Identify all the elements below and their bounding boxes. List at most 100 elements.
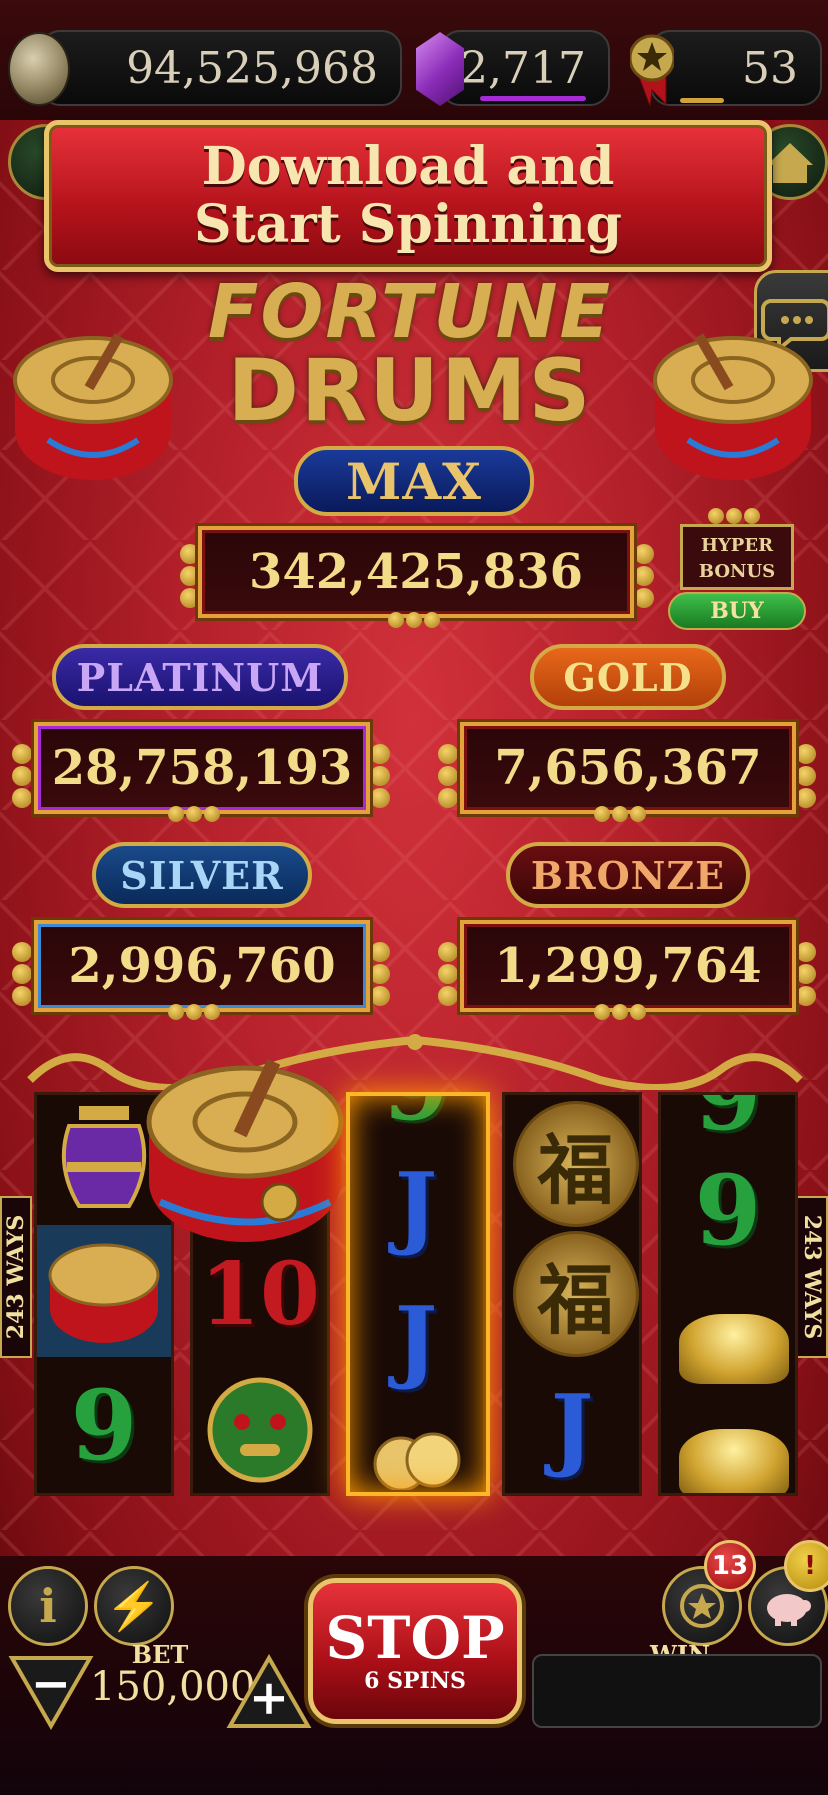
- reel-4: 福 福 J: [502, 1092, 642, 1496]
- jackpot-silver-value: 2,996,760: [34, 920, 370, 1012]
- jackpot-gold-label-text: GOLD: [563, 654, 693, 700]
- hyper-bonus-line-2: BONUS: [698, 561, 776, 582]
- nine-symbol-text: 9: [694, 1092, 762, 1152]
- drum-scatter-icon: [146, 1058, 344, 1242]
- coin-icon: [8, 32, 70, 106]
- turbo-button[interactable]: ⚡: [94, 1566, 174, 1646]
- jackpot-max-value: 342,425,836: [198, 526, 634, 618]
- nine-symbol: 9: [37, 1365, 171, 1485]
- gold-right-dots: [796, 744, 818, 808]
- level-progress-bar: [680, 98, 724, 103]
- jackpot-gold-value: 7,656,367: [460, 722, 796, 814]
- minus-icon: −: [30, 1656, 72, 1712]
- max-right-dots: [634, 544, 656, 608]
- jackpot-platinum-value-text: 28,758,193: [51, 740, 353, 796]
- jackpot-bronze-label-text: BRONZE: [530, 852, 726, 898]
- coin-balance[interactable]: 94,525,968: [40, 30, 402, 106]
- star-medal-icon: [630, 34, 674, 106]
- nine-symbol-text: 9: [70, 1368, 138, 1482]
- jackpot-bronze-label: BRONZE: [506, 842, 750, 908]
- gem-balance[interactable]: 2,717: [440, 30, 610, 106]
- ingot-symbol: [661, 1429, 795, 1493]
- jackpot-silver-value-text: 2,996,760: [68, 938, 336, 994]
- banner-line-2: Start Spinning: [194, 194, 622, 255]
- win-display: [532, 1654, 822, 1728]
- fu-symbol: 福: [505, 1231, 639, 1357]
- reel-ornament: [27, 1034, 803, 1090]
- buy-label: BUY: [710, 598, 764, 624]
- game-logo: FORTUNE DRUMS: [200, 269, 620, 441]
- nine-symbol: 9: [661, 1145, 795, 1275]
- spins-remaining: 6 SPINS: [364, 1668, 466, 1694]
- jackpot-max-label-text: MAX: [346, 451, 482, 511]
- drum-right-icon: [653, 333, 813, 480]
- info-button[interactable]: i: [8, 1566, 88, 1646]
- bet-value: 150,000: [90, 1664, 256, 1710]
- fu-symbol: 福: [505, 1101, 639, 1227]
- jackpot-platinum-value: 28,758,193: [34, 722, 370, 814]
- ten-symbol-text: 10: [200, 1243, 320, 1345]
- alert-icon: !: [804, 1551, 816, 1581]
- ingot-symbol: [661, 1299, 795, 1399]
- silver-right-dots: [370, 942, 392, 1006]
- drum-left-icon: [13, 333, 173, 480]
- gem-progress-bar: [480, 96, 586, 101]
- jackpot-platinum-label-text: PLATINUM: [76, 654, 324, 700]
- fu-symbol-text: 福: [537, 1126, 614, 1215]
- max-bottom-dots: [388, 612, 440, 628]
- jackpot-gold-label: GOLD: [530, 644, 726, 710]
- stop-label: STOP: [325, 1604, 505, 1672]
- gem-balance-value: 2,717: [460, 42, 586, 94]
- logo-line-1: FORTUNE: [207, 269, 613, 355]
- notification-count: 13: [711, 1551, 749, 1581]
- lightning-icon: ⚡: [105, 1578, 163, 1633]
- bronze-right-dots: [796, 942, 818, 1006]
- buy-bonus-button[interactable]: BUY: [668, 592, 806, 630]
- bronze-bottom-dots: [594, 1004, 646, 1020]
- stop-button[interactable]: STOP 6 SPINS: [308, 1578, 522, 1724]
- ways-left-label: 243 WAYS: [0, 1196, 32, 1358]
- gold-left-dots: [438, 744, 460, 808]
- nine-symbol: 9: [661, 1095, 795, 1152]
- gold-ingot-icon: [679, 1314, 789, 1384]
- fu-coin: 福: [512, 1231, 639, 1357]
- coin-balance-value: 94,525,968: [126, 42, 378, 94]
- hyper-bonus-line-1: HYPER: [700, 535, 774, 556]
- platinum-bottom-dots: [168, 806, 220, 822]
- hyper-bonus-panel: HYPER BONUS: [680, 524, 794, 590]
- jackpot-gold-value-text: 7,656,367: [494, 740, 762, 796]
- logo-line-2: DRUMS: [227, 341, 593, 441]
- jack-symbol: J: [505, 1365, 639, 1491]
- alert-badge: !: [784, 1540, 828, 1592]
- silver-bottom-dots: [168, 1004, 220, 1020]
- ways-right-label: 243 WAYS: [796, 1196, 828, 1358]
- plus-icon: +: [248, 1670, 290, 1726]
- banner-line-1: Download and: [201, 136, 615, 197]
- jackpot-max-label: MAX: [294, 446, 534, 516]
- reel-3-highlight: [346, 1092, 490, 1496]
- gold-bottom-dots: [594, 806, 646, 822]
- jackpot-bronze-value: 1,299,764: [460, 920, 796, 1012]
- jackpot-platinum-label: PLATINUM: [52, 644, 348, 710]
- jackpot-silver-label: SILVER: [92, 842, 312, 908]
- jackpot-silver-label-text: SILVER: [120, 852, 284, 898]
- silver-left-dots: [12, 942, 34, 1006]
- info-icon: i: [39, 1579, 57, 1633]
- hyper-dots: [708, 508, 760, 524]
- jackpot-max-value-text: 342,425,836: [248, 544, 583, 600]
- reel-5: 9 9: [658, 1092, 798, 1496]
- jackpot-bronze-value-text: 1,299,764: [494, 938, 762, 994]
- lion-icon: [207, 1377, 313, 1483]
- fu-symbol-text: 福: [537, 1256, 614, 1345]
- lion-symbol: [193, 1365, 327, 1493]
- notification-badge: 13: [704, 1540, 756, 1592]
- platinum-right-dots: [370, 744, 392, 808]
- bronze-left-dots: [438, 942, 460, 1006]
- platinum-left-dots: [12, 744, 34, 808]
- level-display[interactable]: 53: [650, 30, 822, 106]
- download-banner[interactable]: Download and Start Spinning: [44, 120, 772, 272]
- gold-ingot-icon: [679, 1429, 789, 1493]
- nine-symbol-text: 9: [694, 1153, 762, 1267]
- jack-symbol-text: J: [550, 1375, 594, 1481]
- ways-left-text: 243 WAYS: [3, 1214, 30, 1340]
